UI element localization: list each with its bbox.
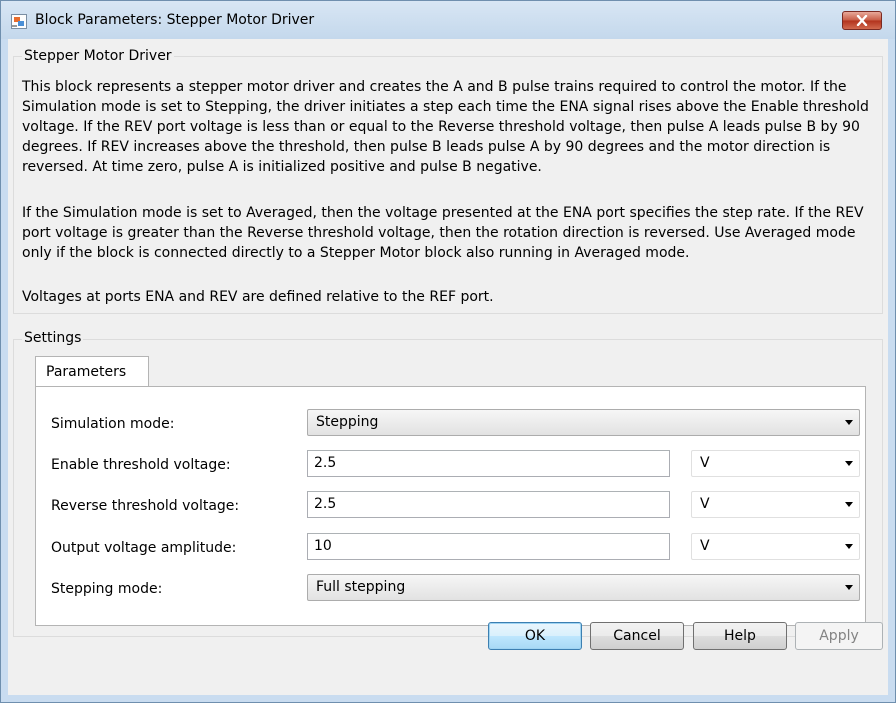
- output-amplitude-input[interactable]: 10: [307, 533, 670, 560]
- title-bar[interactable]: Block Parameters: Stepper Motor Driver: [1, 1, 895, 39]
- reverse-threshold-label: Reverse threshold voltage:: [51, 498, 240, 514]
- enable-threshold-input[interactable]: 2.5: [307, 450, 670, 477]
- apply-button[interactable]: Apply: [795, 622, 883, 650]
- close-icon: [856, 15, 868, 26]
- ok-button[interactable]: OK: [488, 622, 582, 650]
- chevron-down-icon: [845, 502, 853, 507]
- reverse-threshold-input[interactable]: 2.5: [307, 491, 670, 518]
- simulation-mode-select[interactable]: Stepping: [307, 409, 860, 436]
- simulation-mode-value: Stepping: [316, 414, 379, 430]
- dialog-window: Block Parameters: Stepper Motor Driver S…: [0, 0, 896, 703]
- enable-threshold-unit: V: [700, 455, 710, 471]
- simulation-mode-label: Simulation mode:: [51, 416, 175, 432]
- close-button[interactable]: [842, 11, 882, 30]
- simulink-block-icon: [11, 14, 27, 29]
- reverse-threshold-unit-select[interactable]: V: [691, 491, 860, 518]
- parameters-panel: Simulation mode: Stepping Enable thresho…: [35, 386, 866, 626]
- stepping-mode-label: Stepping mode:: [51, 581, 163, 597]
- chevron-down-icon: [845, 461, 853, 466]
- settings-group-title: Settings: [22, 329, 84, 347]
- description-group-title: Stepper Motor Driver: [22, 47, 174, 65]
- reverse-threshold-unit: V: [700, 496, 710, 512]
- help-button[interactable]: Help: [693, 622, 787, 650]
- stepping-mode-select[interactable]: Full stepping: [307, 574, 860, 601]
- chevron-down-icon: [845, 420, 853, 425]
- window-title: Block Parameters: Stepper Motor Driver: [35, 12, 315, 28]
- enable-threshold-label: Enable threshold voltage:: [51, 457, 231, 473]
- enable-threshold-unit-select[interactable]: V: [691, 450, 860, 477]
- description-paragraph-3: Voltages at ports ENA and REV are define…: [22, 289, 494, 305]
- output-amplitude-unit-select[interactable]: V: [691, 533, 860, 560]
- output-amplitude-label: Output voltage amplitude:: [51, 540, 237, 556]
- description-paragraph-2: If the Simulation mode is set to Average…: [22, 205, 864, 261]
- cancel-button[interactable]: Cancel: [590, 622, 684, 650]
- chevron-down-icon: [845, 585, 853, 590]
- dialog-client-area: Stepper Motor Driver This block represen…: [8, 39, 888, 695]
- tab-parameters[interactable]: Parameters: [35, 356, 149, 387]
- output-amplitude-unit: V: [700, 538, 710, 554]
- chevron-down-icon: [845, 544, 853, 549]
- stepping-mode-value: Full stepping: [316, 579, 406, 595]
- description-paragraph-1: This block represents a stepper motor dr…: [22, 79, 869, 175]
